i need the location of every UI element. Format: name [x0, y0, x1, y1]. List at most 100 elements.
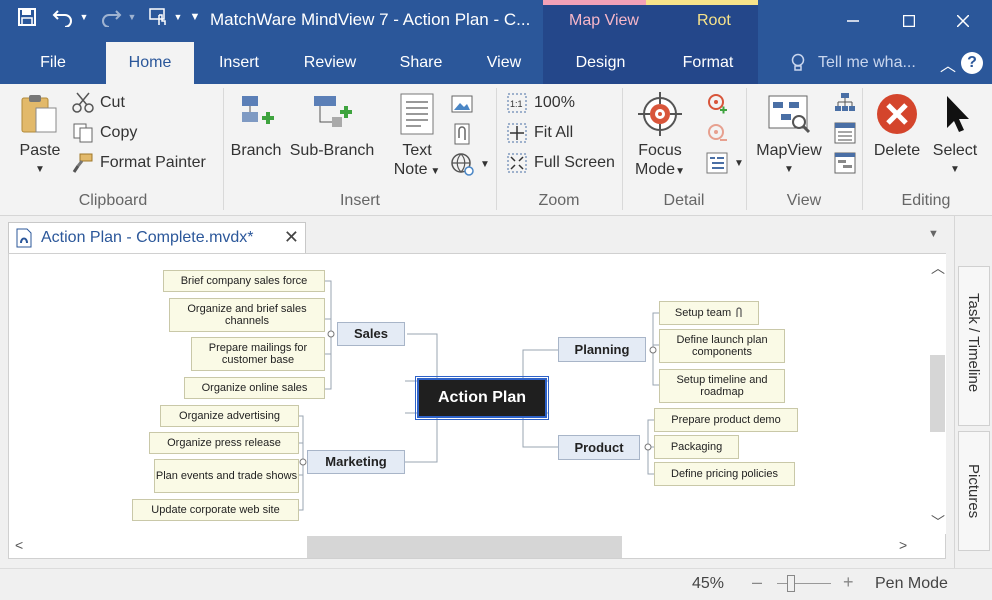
insert-hyperlink-button[interactable]: ▼ — [450, 152, 490, 176]
view-top-down-button[interactable] — [834, 92, 856, 114]
cut-button[interactable]: Cut — [72, 92, 125, 114]
paste-button[interactable]: Paste ▼ — [14, 92, 66, 179]
side-tab-pictures[interactable]: Pictures — [958, 431, 990, 551]
touch-mode-icon[interactable] — [145, 4, 175, 30]
close-button[interactable] — [940, 0, 986, 42]
map-view-stripe — [543, 0, 646, 5]
zoom-group-label: Zoom — [538, 192, 580, 209]
zoom-100-button[interactable]: 1:1 100% — [506, 92, 575, 114]
topic-sales-3[interactable]: Prepare mailings for customer base — [191, 337, 325, 371]
map-canvas[interactable]: Action Plan Sales Marketing Planning Pro… — [8, 253, 946, 559]
document-list-dropdown-icon[interactable]: ▼ — [928, 228, 939, 240]
mapview-icon — [768, 95, 811, 134]
maximize-button[interactable] — [886, 0, 932, 42]
tab-view[interactable]: View — [472, 42, 536, 84]
detail-level-button[interactable]: ▼ — [706, 152, 744, 174]
topic-product-2[interactable]: Packaging — [654, 435, 739, 459]
mapview-button[interactable]: MapView ▼ — [752, 92, 826, 179]
full-screen-button[interactable]: Full Screen — [506, 152, 615, 174]
horizontal-scroll-thumb[interactable] — [307, 536, 622, 558]
tab-file[interactable]: File — [0, 42, 106, 84]
mapview-dropdown-icon[interactable]: ▼ — [752, 160, 826, 179]
scroll-up-icon[interactable]: ︿ — [931, 258, 945, 278]
detail-add-icon-button[interactable] — [706, 92, 728, 114]
topic-sales-1[interactable]: Brief company sales force — [163, 270, 325, 292]
branch-button[interactable]: Branch — [226, 92, 286, 160]
topic-marketing-1[interactable]: Organize advertising — [160, 405, 299, 427]
save-icon[interactable] — [12, 4, 42, 30]
minimize-button[interactable] — [830, 0, 876, 42]
scroll-left-icon[interactable]: < — [15, 537, 23, 553]
topic-planning-3[interactable]: Setup timeline and roadmap — [659, 369, 785, 403]
topic-marketing-4[interactable]: Update corporate web site — [132, 499, 299, 521]
pen-mode-status[interactable]: Pen Mode — [875, 575, 948, 593]
tell-me-search[interactable]: Tell me wha... — [790, 42, 916, 84]
close-document-icon[interactable]: ✕ — [284, 227, 299, 248]
paste-dropdown-icon[interactable]: ▼ — [14, 160, 66, 179]
view-gantt-button[interactable] — [834, 152, 856, 174]
paste-label: Paste — [19, 142, 61, 159]
redo-icon[interactable] — [96, 4, 126, 30]
copy-button[interactable]: Copy — [72, 122, 137, 144]
help-icon[interactable]: ? — [961, 52, 983, 74]
tab-review[interactable]: Review — [290, 42, 370, 84]
scroll-down-icon[interactable]: ﹀ — [931, 512, 945, 532]
select-button[interactable]: Select ▼ — [928, 92, 982, 179]
undo-dropdown-icon[interactable]: ▼ — [78, 4, 90, 30]
root-topic[interactable]: Action Plan — [415, 376, 549, 420]
fit-all-button[interactable]: Fit All — [506, 122, 573, 144]
cursor-arrow-icon — [947, 96, 969, 132]
scroll-right-icon[interactable]: > — [899, 537, 907, 553]
text-note-button[interactable]: Text Note ▼ — [392, 92, 442, 181]
zoom-out-icon[interactable]: – — [752, 572, 762, 593]
branch-planning[interactable]: Planning — [558, 337, 646, 362]
vertical-scrollbar[interactable]: ︿ ﹀ — [929, 254, 946, 534]
topic-planning-2[interactable]: Define launch plan components — [659, 329, 785, 363]
focus-mode-dropdown-icon[interactable]: ▼ — [675, 166, 685, 177]
insert-attachment-button[interactable] — [450, 122, 474, 146]
topic-product-1[interactable]: Prepare product demo — [654, 408, 798, 432]
undo-icon[interactable] — [48, 4, 78, 30]
side-tab-task-timeline[interactable]: Task / Timeline — [958, 266, 990, 426]
redo-dropdown-icon[interactable]: ▼ — [126, 4, 138, 30]
topic-planning-1-label: Setup team — [674, 307, 732, 319]
tab-share[interactable]: Share — [384, 42, 458, 84]
branch-product[interactable]: Product — [558, 435, 640, 460]
topic-product-3[interactable]: Define pricing policies — [654, 462, 795, 486]
attachment-icon — [454, 123, 470, 145]
hyperlink-dropdown-icon[interactable]: ▼ — [480, 159, 490, 170]
tab-design[interactable]: Design — [543, 42, 658, 84]
detail-level-dropdown-icon[interactable]: ▼ — [734, 158, 744, 169]
tab-insert[interactable]: Insert — [200, 42, 278, 84]
branch-sales[interactable]: Sales — [337, 322, 405, 346]
format-painter-button[interactable]: Format Painter — [72, 152, 206, 174]
zoom-slider[interactable] — [777, 583, 831, 584]
zoom-in-icon[interactable]: + — [843, 572, 854, 593]
qat-dropdown-icon[interactable]: ▼ — [172, 4, 184, 30]
zoom-slider-thumb[interactable] — [787, 575, 795, 592]
topic-marketing-2[interactable]: Organize press release — [149, 432, 299, 454]
collapse-ribbon-icon[interactable]: ︿ — [940, 52, 956, 76]
delete-icon — [877, 94, 917, 134]
tab-format[interactable]: Format — [658, 42, 758, 84]
sub-branch-button[interactable]: Sub-Branch — [286, 92, 378, 160]
fit-all-label: Fit All — [534, 124, 574, 141]
topic-sales-2[interactable]: Organize and brief sales channels — [169, 298, 325, 332]
focus-mode-button[interactable]: Focus Mode▼ — [630, 92, 690, 181]
document-tab[interactable]: Action Plan - Complete.mvdx* ✕ — [8, 222, 306, 253]
delete-button[interactable]: Delete — [868, 92, 926, 160]
topic-marketing-3[interactable]: Plan events and trade shows — [154, 459, 299, 493]
view-outline-button[interactable] — [834, 122, 856, 144]
horizontal-scrollbar[interactable]: < > — [9, 534, 929, 558]
tab-home[interactable]: Home — [106, 42, 194, 84]
branch-marketing[interactable]: Marketing — [307, 450, 405, 474]
insert-picture-button[interactable] — [450, 92, 474, 116]
topic-planning-1[interactable]: Setup team — [659, 301, 759, 325]
topic-sales-4[interactable]: Organize online sales — [184, 377, 325, 399]
vertical-scroll-thumb[interactable] — [930, 355, 945, 432]
select-dropdown-icon[interactable]: ▼ — [928, 160, 982, 179]
detail-remove-icon-button[interactable] — [706, 122, 728, 144]
text-note-dropdown-icon[interactable]: ▼ — [428, 166, 440, 177]
customize-qat-icon[interactable]: ▼ — [188, 4, 202, 30]
format-painter-label: Format Painter — [100, 154, 206, 171]
